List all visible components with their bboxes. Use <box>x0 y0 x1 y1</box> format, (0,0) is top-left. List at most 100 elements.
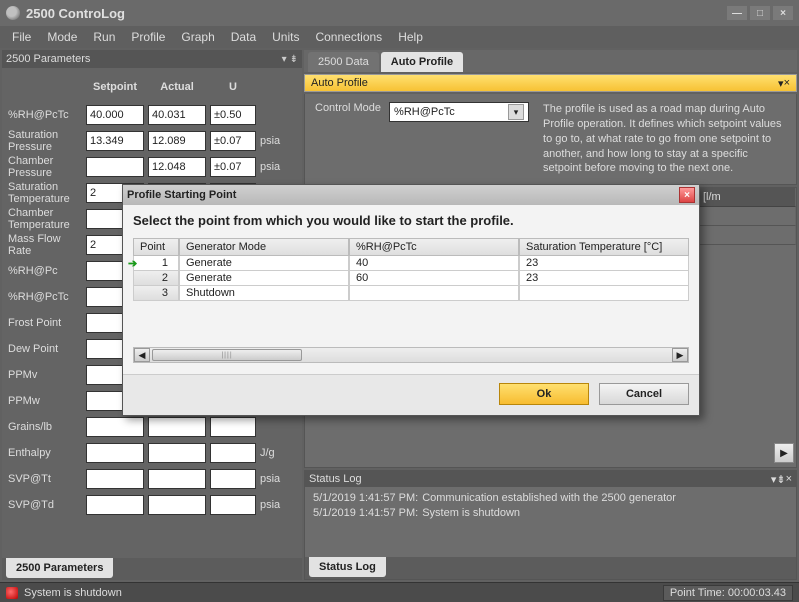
statuslog-close-icon[interactable]: × <box>786 473 792 485</box>
auto-profile-description: The profile is used as a road map during… <box>543 102 786 176</box>
grid-scroll-right-icon[interactable]: ▶ <box>774 443 794 463</box>
statuslog-timestamp: 5/1/2019 1:41:57 PM: <box>313 491 418 506</box>
param-label: PPMw <box>8 395 82 407</box>
param-label: Saturation Temperature <box>8 181 82 205</box>
param-actual: 12.089 <box>148 131 206 151</box>
param-u <box>210 417 256 437</box>
modal-grid-row[interactable]: 3Shutdown <box>133 286 689 301</box>
modal-close-button[interactable]: × <box>679 187 695 203</box>
cell-saturation-temp: 23 <box>519 256 689 271</box>
param-head: Setpoint Actual U <box>8 74 298 100</box>
param-label: Enthalpy <box>8 447 82 459</box>
modal-instruction: Select the point from which you would li… <box>133 213 689 228</box>
cell-rh: 60 <box>349 271 519 286</box>
panel-pin-icon[interactable]: ⇟ <box>290 54 298 65</box>
param-row: %RH@PcTc40.00040.031±0.50 <box>8 102 298 128</box>
param-setpoint[interactable] <box>86 417 144 437</box>
tab-status-log[interactable]: Status Log <box>309 557 386 577</box>
cancel-button[interactable]: Cancel <box>599 383 689 405</box>
modal-grid-row[interactable]: ➔1Generate4023 <box>133 256 689 271</box>
param-setpoint[interactable]: 40.000 <box>86 105 144 125</box>
statuslog-row: 5/1/2019 1:41:57 PM:Communication establ… <box>313 491 788 506</box>
param-row: Enthalpy J/g <box>8 440 298 466</box>
param-row: Grains/lb <box>8 414 298 440</box>
param-u <box>210 469 256 489</box>
tab-bar: 2500 Data Auto Profile <box>304 50 797 72</box>
menu-data[interactable]: Data <box>223 30 264 44</box>
param-row: Chamber Pressure12.048±0.07psia <box>8 154 298 180</box>
cell-rh <box>349 286 519 301</box>
menubar: File Mode Run Profile Graph Data Units C… <box>0 26 799 48</box>
modal-grid-head: Point Generator Mode %RH@PcTc Saturation… <box>133 238 689 256</box>
app-icon <box>6 6 20 20</box>
menu-graph[interactable]: Graph <box>173 30 222 44</box>
menu-connections[interactable]: Connections <box>307 30 390 44</box>
param-row: SVP@Tdpsia <box>8 492 298 518</box>
row-arrow-icon: ➔ <box>128 257 137 270</box>
ok-button[interactable]: Ok <box>499 383 589 405</box>
cell-generator-mode: Generate <box>179 256 349 271</box>
statuslog-pin-icon[interactable]: ⇟ <box>776 473 785 486</box>
param-label: Saturation Pressure <box>8 129 82 153</box>
auto-profile-titlebar: Auto Profile ▾ × <box>304 74 797 92</box>
param-label: %RH@PcTc <box>8 291 82 303</box>
menu-profile[interactable]: Profile <box>123 30 173 44</box>
control-mode-value: %RH@PcTc <box>394 106 455 118</box>
statuslog-row: 5/1/2019 1:41:57 PM:System is shutdown <box>313 506 788 521</box>
param-label: SVP@Td <box>8 499 82 511</box>
param-actual <box>148 417 206 437</box>
param-unit: psia <box>260 161 294 173</box>
param-actual: 40.031 <box>148 105 206 125</box>
statuslog-timestamp: 5/1/2019 1:41:57 PM: <box>313 506 418 521</box>
titlebar: 2500 ControLog — □ × <box>0 0 799 26</box>
param-row: Saturation Pressure13.34912.089±0.07psia <box>8 128 298 154</box>
param-actual <box>148 443 206 463</box>
param-unit: J/g <box>260 447 294 459</box>
control-mode-label: Control Mode <box>315 102 381 114</box>
param-setpoint[interactable] <box>86 443 144 463</box>
param-actual <box>148 469 206 489</box>
statuslog-title: Status Log <box>309 473 771 485</box>
panel-dropdown-icon[interactable]: ▾ <box>282 54 287 65</box>
modal-grid-row[interactable]: 2Generate6023 <box>133 271 689 286</box>
maximize-button[interactable]: □ <box>750 6 770 20</box>
menu-units[interactable]: Units <box>264 30 307 44</box>
close-button[interactable]: × <box>773 6 793 20</box>
scroll-left-icon[interactable]: ◀ <box>134 348 150 362</box>
param-u <box>210 495 256 515</box>
param-row: SVP@Ttpsia <box>8 466 298 492</box>
cell-point: ➔1 <box>133 256 179 271</box>
param-u: ±0.07 <box>210 131 256 151</box>
param-setpoint[interactable] <box>86 157 144 177</box>
cell-generator-mode: Shutdown <box>179 286 349 301</box>
param-label: Chamber Pressure <box>8 155 82 179</box>
scroll-thumb[interactable]: |||| <box>152 349 302 361</box>
tab-2500-data[interactable]: 2500 Data <box>308 52 379 72</box>
cell-generator-mode: Generate <box>179 271 349 286</box>
tab-2500-parameters[interactable]: 2500 Parameters <box>6 558 113 578</box>
menu-run[interactable]: Run <box>85 30 123 44</box>
panel-title: 2500 Parameters <box>6 53 279 65</box>
param-label: Grains/lb <box>8 421 82 433</box>
param-label: Frost Point <box>8 317 82 329</box>
minimize-button[interactable]: — <box>727 6 747 20</box>
tab-auto-profile[interactable]: Auto Profile <box>381 52 463 72</box>
menu-mode[interactable]: Mode <box>39 30 85 44</box>
param-label: %RH@Pc <box>8 265 82 277</box>
param-u: ±0.07 <box>210 157 256 177</box>
modal-profile-starting-point: Profile Starting Point × Select the poin… <box>122 184 700 416</box>
menu-file[interactable]: File <box>4 30 39 44</box>
status-text: System is shutdown <box>24 587 122 599</box>
modal-title-text: Profile Starting Point <box>127 189 679 201</box>
auto-profile-close-icon[interactable]: × <box>784 77 790 89</box>
modal-horizontal-scrollbar[interactable]: ◀ |||| ▶ <box>133 347 689 363</box>
param-setpoint[interactable] <box>86 495 144 515</box>
menu-help[interactable]: Help <box>390 30 431 44</box>
param-setpoint[interactable] <box>86 469 144 489</box>
window-title: 2500 ControLog <box>26 6 125 21</box>
scroll-right-icon[interactable]: ▶ <box>672 348 688 362</box>
param-label: Mass Flow Rate <box>8 233 82 257</box>
param-setpoint[interactable]: 13.349 <box>86 131 144 151</box>
param-label: Chamber Temperature <box>8 207 82 231</box>
control-mode-combo[interactable]: %RH@PcTc ▾ <box>389 102 529 122</box>
